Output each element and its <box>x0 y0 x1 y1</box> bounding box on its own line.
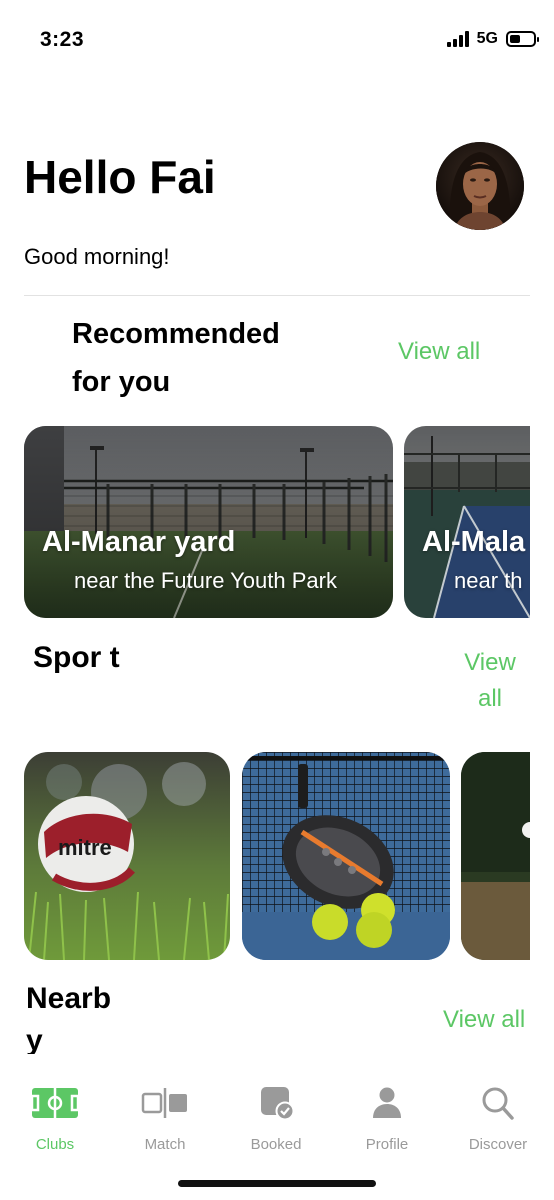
booked-calendar-icon <box>261 1087 295 1120</box>
venue-location: near the Future Youth Park <box>74 568 337 593</box>
clubs-screen: 3:23 5G Hello Fai Good morning! Recommen… <box>0 0 554 1200</box>
recommended-view-all-link[interactable]: View all <box>398 338 480 366</box>
nearby-title: Nearb y <box>26 982 112 1054</box>
signal-icon <box>446 31 469 47</box>
person-icon <box>373 1087 401 1118</box>
tab-label: Discover <box>468 1136 528 1153</box>
padel-racket-image <box>242 752 450 960</box>
tab-label: Booked <box>250 1136 302 1153</box>
sport-tile-tennis[interactable] <box>461 752 530 960</box>
nearby-view-all-link[interactable]: View all <box>443 1006 525 1034</box>
sport-tile-padel[interactable] <box>242 752 450 960</box>
venue-location: near th <box>454 568 523 593</box>
network-label: 5G <box>476 30 498 47</box>
versus-icon <box>141 1088 187 1118</box>
avatar[interactable] <box>436 142 524 230</box>
tab-profile[interactable]: Profile <box>332 1086 442 1153</box>
tab-match[interactable]: Match <box>110 1086 220 1153</box>
tab-booked[interactable]: Booked <box>221 1086 331 1153</box>
venue-name: Al-Manar yard <box>42 526 236 558</box>
home-indicator <box>178 1180 376 1187</box>
tennis-image <box>461 752 530 960</box>
status-time: 3:23 <box>40 28 85 51</box>
status-indicators: 5G <box>446 30 539 48</box>
venue-card-al-manar[interactable]: Al-Manar yard near the Future Youth Park <box>24 426 393 618</box>
venue-card-al-mala[interactable]: Al-Mala near th <box>404 426 530 618</box>
tab-label: Match <box>144 1136 186 1153</box>
football-image: mitre <box>24 752 230 960</box>
sport-title: Spor t <box>33 641 120 674</box>
header-divider <box>24 295 530 296</box>
recommended-title: Recommended for you <box>72 318 280 398</box>
tab-label: Profile <box>365 1136 409 1153</box>
search-icon <box>482 1087 514 1120</box>
battery-icon <box>506 31 539 47</box>
tab-clubs[interactable]: Clubs <box>0 1086 110 1153</box>
ball-brand-text: mitre <box>58 835 112 860</box>
field-icon <box>31 1088 79 1118</box>
tab-label: Clubs <box>35 1136 75 1153</box>
sport-view-all-link[interactable]: View all <box>452 645 528 717</box>
greeting-subtitle: Good morning! <box>24 244 170 269</box>
tab-discover[interactable]: Discover <box>443 1086 553 1153</box>
venue-name: Al-Mala <box>422 526 526 558</box>
sport-tile-football[interactable]: mitre <box>24 752 230 960</box>
greeting-title: Hello Fai <box>24 151 216 203</box>
